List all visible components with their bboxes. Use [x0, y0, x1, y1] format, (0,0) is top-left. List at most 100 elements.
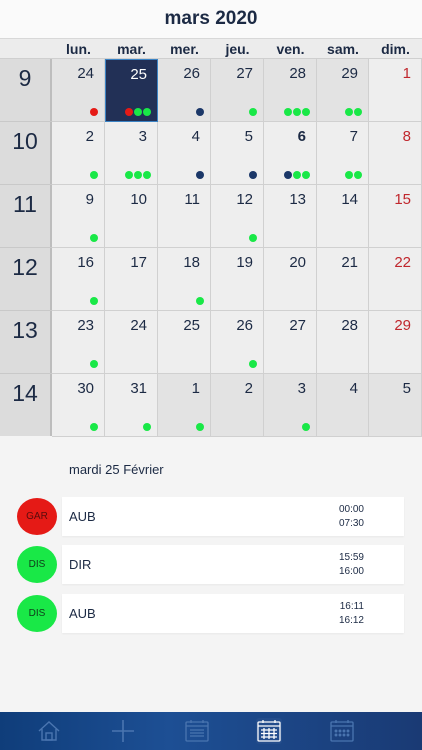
day-number: 7 [349, 128, 358, 145]
event-dots [284, 171, 310, 179]
day-cell[interactable]: 1 [369, 59, 422, 122]
week-number: 13 [12, 317, 38, 343]
day-cell[interactable]: 24 [105, 311, 158, 374]
day-cell[interactable]: 4 [317, 374, 369, 437]
event-dots [302, 423, 310, 431]
day-cell[interactable]: 9 [52, 185, 105, 248]
day-cell[interactable]: 14 [317, 185, 369, 248]
navy-event-dot [196, 108, 204, 116]
day-cell[interactable]: 2 [211, 374, 264, 437]
weekday-label: dim. [381, 41, 410, 57]
day-number: 21 [341, 254, 358, 271]
event-type-badge: GAR [17, 498, 57, 535]
day-number: 1 [402, 65, 411, 82]
event-start-time: 00:00 [338, 504, 364, 515]
event-row[interactable]: DIS AUB 16:11 16:12 [0, 594, 422, 634]
day-cell[interactable]: 26 [211, 311, 264, 374]
green-event-dot [302, 108, 310, 116]
day-number: 3 [297, 380, 306, 397]
day-cell[interactable]: 1 [158, 374, 211, 437]
day-cell[interactable]: 30 [52, 374, 105, 437]
tab-add[interactable] [110, 718, 136, 744]
day-cell[interactable]: 19 [211, 248, 264, 311]
week-number-cell: 11 [0, 185, 52, 247]
event-card[interactable]: AUB 16:11 16:12 [62, 594, 404, 633]
tab-calendar-grid[interactable] [329, 718, 355, 744]
event-end-time: 16:12 [338, 615, 364, 626]
event-card[interactable]: AUB 00:00 07:30 [62, 497, 404, 536]
day-cell[interactable]: 13 [264, 185, 317, 248]
day-cell[interactable]: 20 [264, 248, 317, 311]
day-cell[interactable]: 25 [158, 311, 211, 374]
green-event-dot [249, 234, 257, 242]
day-cell[interactable]: 29 [317, 59, 369, 122]
day-cell[interactable]: 21 [317, 248, 369, 311]
week-number: 10 [12, 128, 38, 154]
green-event-dot [249, 360, 257, 368]
day-cell[interactable]: 29 [369, 311, 422, 374]
day-cell[interactable]: 22 [369, 248, 422, 311]
day-number: 5 [244, 128, 253, 145]
day-cell[interactable]: 3 [264, 374, 317, 437]
day-cell[interactable]: 11 [158, 185, 211, 248]
day-cell[interactable]: 17 [105, 248, 158, 311]
day-number: 13 [289, 191, 306, 208]
day-number: 31 [130, 380, 147, 397]
day-number: 27 [289, 317, 306, 334]
event-card[interactable]: DIR 15:59 16:00 [62, 545, 404, 584]
day-cell[interactable]: 16 [52, 248, 105, 311]
day-number: 10 [130, 191, 147, 208]
green-event-dot [134, 108, 142, 116]
day-cell[interactable]: 2 [52, 122, 105, 185]
day-cell[interactable]: 5 [369, 374, 422, 437]
day-cell[interactable]: 10 [105, 185, 158, 248]
day-cell[interactable]: 8 [369, 122, 422, 185]
day-cell[interactable]: 18 [158, 248, 211, 311]
day-cell[interactable]: 7 [317, 122, 369, 185]
green-event-dot [90, 297, 98, 305]
day-cell[interactable]: 24 [52, 59, 105, 122]
day-cell[interactable]: 31 [105, 374, 158, 437]
event-dots [90, 108, 98, 116]
day-cell-selected[interactable]: 25 [105, 59, 158, 122]
day-cell[interactable]: 23 [52, 311, 105, 374]
day-cell[interactable]: 27 [264, 311, 317, 374]
tab-list[interactable] [184, 718, 210, 744]
event-start-time: 16:11 [339, 601, 364, 612]
day-number: 28 [341, 317, 358, 334]
day-cell[interactable]: 26 [158, 59, 211, 122]
event-dots [196, 171, 204, 179]
event-end-time: 07:30 [338, 518, 364, 529]
week-number-cell: 12 [0, 248, 52, 310]
day-number: 9 [85, 191, 94, 208]
event-dots [196, 108, 204, 116]
day-cell[interactable]: 4 [158, 122, 211, 185]
event-dots [125, 108, 151, 116]
event-row[interactable]: DIS DIR 15:59 16:00 [0, 545, 422, 585]
day-number: 8 [402, 128, 411, 145]
week-number-cell: 13 [0, 311, 52, 373]
day-cell[interactable]: 15 [369, 185, 422, 248]
day-number: 27 [236, 65, 253, 82]
day-cell[interactable]: 12 [211, 185, 264, 248]
day-number: 29 [394, 317, 411, 334]
day-number: 24 [77, 65, 94, 82]
calendar-grid: 9 24 25 26 27 28 29 1 10 2 3 4 5 6 7 8 11 9 10 11 12 13 14 15 12… [0, 59, 422, 437]
green-event-dot [249, 108, 257, 116]
green-event-dot [284, 108, 292, 116]
home-icon [36, 721, 62, 748]
day-cell[interactable]: 28 [264, 59, 317, 122]
day-cell[interactable]: 5 [211, 122, 264, 185]
day-cell[interactable]: 28 [317, 311, 369, 374]
day-cell[interactable]: 6 [264, 122, 317, 185]
selected-day-title: mardi 25 Février [69, 462, 164, 477]
tab-home[interactable] [36, 718, 62, 744]
weekday-label: jeu. [225, 41, 250, 57]
day-cell[interactable]: 3 [105, 122, 158, 185]
day-detail-panel: mardi 25 Février GAR AUB 00:00 07:30 DIS DIR 1… [0, 437, 422, 712]
tab-calendar-month[interactable] [256, 718, 282, 744]
day-number: 2 [244, 380, 253, 397]
event-dots [196, 297, 204, 305]
event-row[interactable]: GAR AUB 00:00 07:30 [0, 497, 422, 537]
day-cell[interactable]: 27 [211, 59, 264, 122]
